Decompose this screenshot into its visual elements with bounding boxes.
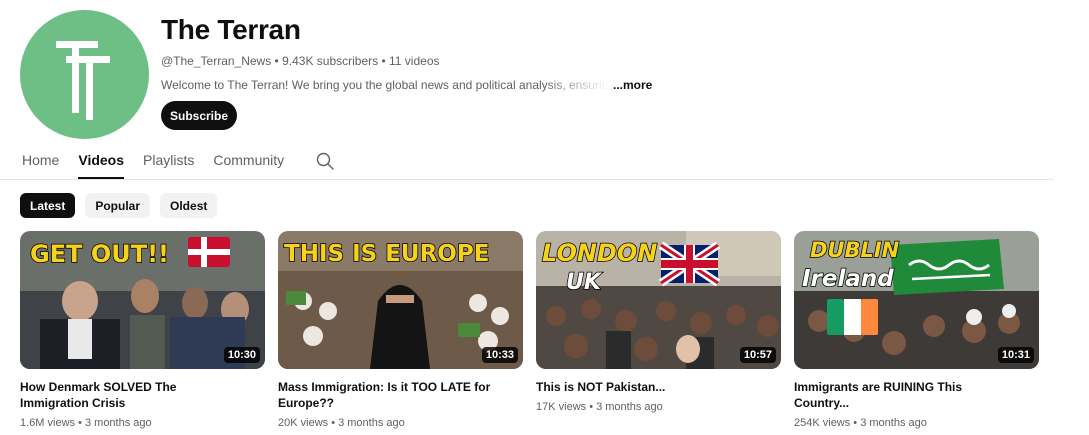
video-meta: 1.6M views • 3 months ago — [20, 417, 152, 429]
more-link[interactable]: ...more — [613, 78, 652, 92]
video-title[interactable]: How Denmark SOLVED The Immigration Crisi… — [20, 379, 245, 411]
thumb-text: THIS IS EUROPE — [284, 241, 489, 267]
tab-home[interactable]: Home — [22, 146, 59, 179]
video-title[interactable]: This is NOT Pakistan... — [536, 379, 761, 395]
thumb-text: UK — [566, 270, 603, 295]
avatar-logo — [56, 41, 110, 120]
video-meta: 20K views • 3 months ago — [278, 417, 405, 429]
video-meta: 17K views • 3 months ago — [536, 401, 663, 413]
channel-meta: @The_Terran_News • 9.43K subscribers • 1… — [161, 54, 440, 68]
tab-videos[interactable]: Videos — [78, 146, 124, 179]
thumb-text: Ireland — [802, 266, 894, 292]
channel-title: The Terran — [161, 14, 301, 45]
video-card[interactable]: DUBLIN Ireland 10:31 Immigrants are RUIN… — [794, 231, 1039, 429]
thumb-text: DUBLIN — [810, 238, 900, 262]
video-duration: 10:57 — [739, 347, 776, 363]
video-card[interactable]: LONDON UK 10:57 This is NOT Pakistan... … — [536, 231, 781, 429]
tab-playlists[interactable]: Playlists — [143, 146, 194, 179]
channel-description[interactable]: Welcome to The Terran! We bring you the … — [161, 78, 661, 92]
chip-oldest[interactable]: Oldest — [160, 193, 218, 218]
video-meta: 254K views • 3 months ago — [794, 417, 927, 429]
subscribe-button[interactable]: Subscribe — [161, 101, 237, 130]
channel-avatar[interactable] — [20, 10, 149, 139]
video-card[interactable]: GET OUT!! 10:30 How Denmark SOLVED The I… — [20, 231, 265, 429]
ireland-flag-icon — [827, 299, 878, 335]
uk-flag-icon — [658, 241, 721, 287]
video-title[interactable]: Mass Immigration: Is it TOO LATE for Eur… — [278, 379, 503, 411]
video-card[interactable]: THIS IS EUROPE 10:33 Mass Immigration: I… — [278, 231, 523, 429]
channel-tabs: Home Videos Playlists Community — [22, 146, 335, 180]
search-icon[interactable] — [315, 151, 335, 171]
tab-community[interactable]: Community — [213, 146, 284, 179]
video-duration: 10:33 — [481, 347, 518, 363]
video-thumbnail[interactable]: THIS IS EUROPE 10:33 — [278, 231, 523, 369]
description-text: Welcome to The Terran! We bring you the … — [161, 78, 609, 92]
video-thumbnail[interactable]: LONDON UK 10:57 — [536, 231, 781, 369]
thumb-text: LONDON — [542, 239, 657, 267]
video-thumbnail[interactable]: DUBLIN Ireland 10:31 — [794, 231, 1039, 369]
chip-latest[interactable]: Latest — [20, 193, 76, 218]
sort-chips: Latest Popular Oldest — [20, 193, 227, 218]
video-title[interactable]: Immigrants are RUINING This Country... — [794, 379, 1019, 411]
thumb-text: GET OUT!! — [30, 240, 169, 268]
tabs-divider — [0, 179, 1054, 180]
chip-popular[interactable]: Popular — [85, 193, 151, 218]
video-duration: 10:30 — [223, 347, 260, 363]
video-grid: GET OUT!! 10:30 How Denmark SOLVED The I… — [20, 231, 1052, 429]
video-duration: 10:31 — [997, 347, 1034, 363]
video-thumbnail[interactable]: GET OUT!! 10:30 — [20, 231, 265, 369]
denmark-flag-icon — [188, 237, 230, 267]
